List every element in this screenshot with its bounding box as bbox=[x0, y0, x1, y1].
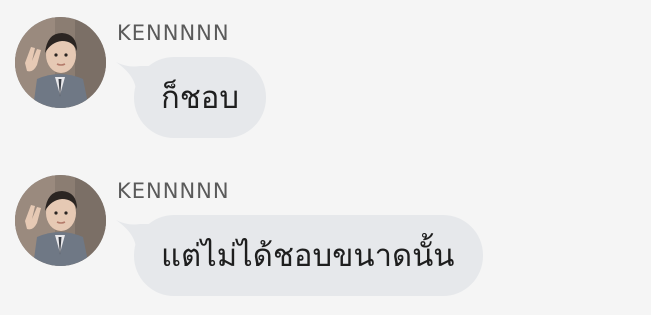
message-row: KENNNNN แต่ไม่ได้ชอบขนาดนั้น bbox=[0, 158, 651, 308]
avatar[interactable] bbox=[15, 175, 106, 266]
chat-log: KENNNNN ก็ชอบ KENNNNN แต่ไม่ได้ชอบขนาดนั… bbox=[0, 0, 651, 315]
message-bubble[interactable]: ก็ชอบ bbox=[134, 57, 266, 138]
avatar-photo-icon bbox=[15, 17, 106, 108]
message-text: แต่ไม่ได้ชอบขนาดนั้น bbox=[161, 237, 455, 274]
avatar-photo-icon bbox=[15, 175, 106, 266]
sender-name: KENNNNN bbox=[117, 21, 230, 45]
avatar[interactable] bbox=[15, 17, 106, 108]
message-bubble[interactable]: แต่ไม่ได้ชอบขนาดนั้น bbox=[134, 215, 483, 296]
message-row: KENNNNN ก็ชอบ bbox=[0, 0, 651, 150]
sender-name: KENNNNN bbox=[117, 179, 230, 203]
message-text: ก็ชอบ bbox=[161, 79, 240, 116]
